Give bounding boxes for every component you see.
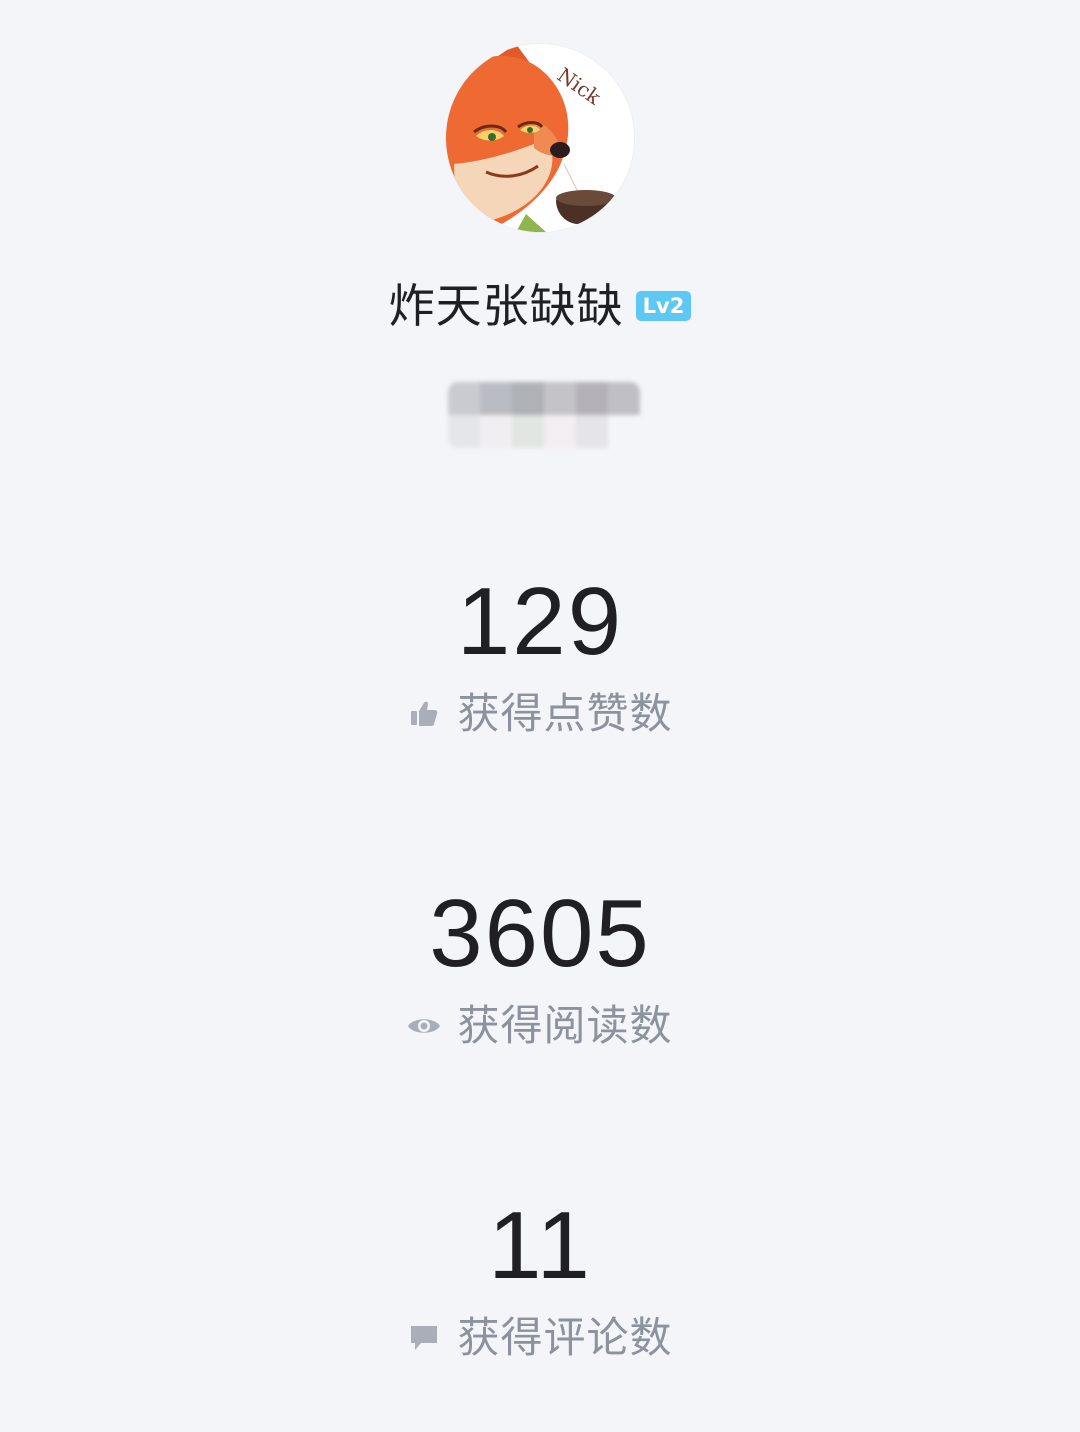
username-row: 炸天张缺缺 Lv2: [0, 276, 1080, 336]
comments-label-row: 获得评论数: [0, 1312, 1080, 1364]
comments-stat[interactable]: 11 获得评论数: [0, 1196, 1080, 1364]
eye-icon: [407, 1009, 441, 1043]
reads-stat[interactable]: 3605 获得阅读数: [0, 884, 1080, 1052]
reads-label-row: 获得阅读数: [0, 1000, 1080, 1052]
likes-label: 获得点赞数: [457, 689, 673, 738]
redacted-signature: [448, 382, 640, 448]
reads-count: 3605: [429, 880, 651, 987]
likes-count: 129: [456, 568, 624, 675]
comment-icon: [407, 1321, 441, 1355]
avatar[interactable]: Nick: [446, 44, 634, 232]
reads-label: 获得阅读数: [457, 1001, 673, 1050]
comments-label: 获得评论数: [457, 1313, 673, 1362]
level-badge: Lv2: [635, 291, 692, 321]
likes-stat[interactable]: 129 获得点赞数: [0, 572, 1080, 740]
comments-count: 11: [488, 1192, 592, 1299]
fox-avatar-illustration: Nick: [446, 44, 634, 232]
thumbs-up-icon: [407, 697, 441, 731]
likes-label-row: 获得点赞数: [0, 688, 1080, 740]
username: 炸天张缺缺: [388, 279, 624, 333]
